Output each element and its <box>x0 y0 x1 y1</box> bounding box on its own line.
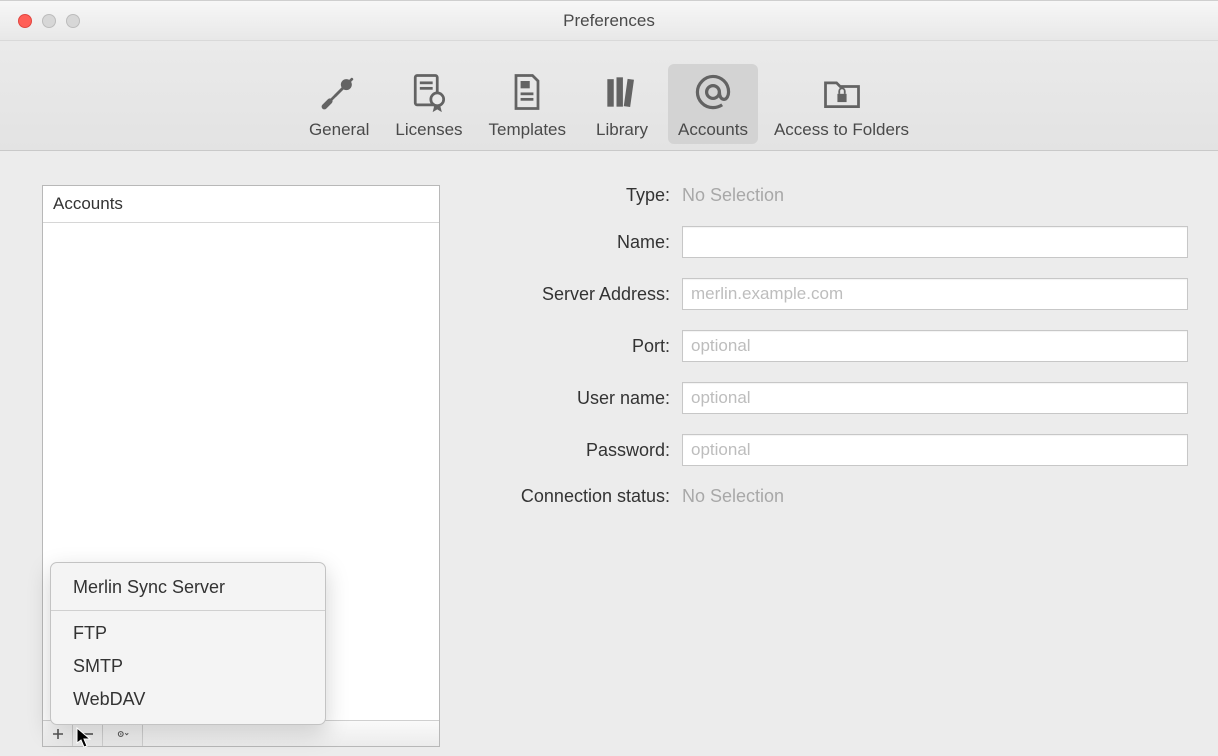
menu-item-smtp[interactable]: SMTP <box>51 650 325 683</box>
menu-item-ftp[interactable]: FTP <box>51 617 325 650</box>
books-icon <box>600 70 644 114</box>
menu-separator <box>51 610 325 611</box>
preferences-content: Accounts <box>0 151 1218 756</box>
document-icon <box>505 70 549 114</box>
connection-status-value: No Selection <box>682 486 1188 507</box>
type-value: No Selection <box>682 185 1188 206</box>
server-address-field[interactable] <box>682 278 1188 310</box>
accounts-panel: Accounts <box>42 185 440 747</box>
accounts-column-header[interactable]: Accounts <box>43 186 439 223</box>
server-address-label: Server Address: <box>472 284 682 305</box>
zoom-window-button[interactable] <box>66 14 80 28</box>
plus-icon <box>52 728 64 740</box>
menu-item-webdav[interactable]: WebDAV <box>51 683 325 716</box>
tab-licenses[interactable]: Licenses <box>385 64 472 144</box>
password-label: Password: <box>472 440 682 461</box>
minus-icon <box>82 728 94 740</box>
password-field[interactable] <box>682 434 1188 466</box>
tab-general[interactable]: General <box>299 64 379 144</box>
tab-label: Access to Folders <box>774 120 909 140</box>
tab-library[interactable]: Library <box>582 64 662 144</box>
tab-access-to-folders[interactable]: Access to Folders <box>764 64 919 144</box>
close-window-button[interactable] <box>18 14 32 28</box>
titlebar: Preferences <box>0 1 1218 41</box>
window-controls <box>0 14 80 28</box>
type-label: Type: <box>472 185 682 206</box>
tools-icon <box>317 70 361 114</box>
menu-item-merlin-sync[interactable]: Merlin Sync Server <box>51 571 325 604</box>
name-label: Name: <box>472 232 682 253</box>
minimize-window-button[interactable] <box>42 14 56 28</box>
username-field[interactable] <box>682 382 1188 414</box>
tab-accounts[interactable]: Accounts <box>668 64 758 144</box>
account-details-form: Type: No Selection Name: Server Address:… <box>440 185 1188 747</box>
window-title: Preferences <box>0 11 1218 31</box>
add-account-menu: Merlin Sync Server FTP SMTP WebDAV <box>50 562 326 725</box>
tab-label: General <box>309 120 369 140</box>
at-sign-icon <box>691 70 735 114</box>
gear-dropdown-icon <box>117 728 129 740</box>
port-label: Port: <box>472 336 682 357</box>
tab-templates[interactable]: Templates <box>479 64 576 144</box>
preferences-window: Preferences General <box>0 0 1218 756</box>
tab-label: Templates <box>489 120 566 140</box>
tab-label: Library <box>596 120 648 140</box>
tab-label: Licenses <box>395 120 462 140</box>
username-label: User name: <box>472 388 682 409</box>
folder-lock-icon <box>820 70 864 114</box>
tab-label: Accounts <box>678 120 748 140</box>
port-field[interactable] <box>682 330 1188 362</box>
preferences-toolbar: General Licenses <box>0 41 1218 151</box>
certificate-icon <box>407 70 451 114</box>
name-field[interactable] <box>682 226 1188 258</box>
connection-status-label: Connection status: <box>472 486 682 507</box>
